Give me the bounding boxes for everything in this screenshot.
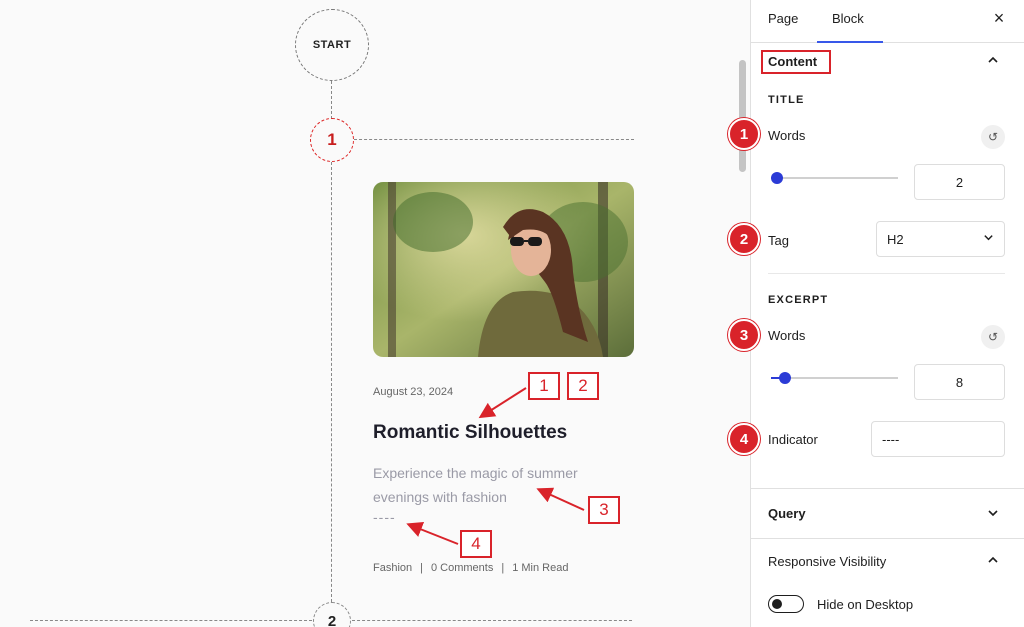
arrow-icon — [406, 521, 459, 545]
tab-page[interactable]: Page — [768, 11, 798, 26]
title-tag-label: Tag — [768, 233, 789, 248]
excerpt-words-slider-thumb[interactable] — [778, 372, 791, 384]
canvas-scrollbar[interactable] — [739, 60, 746, 172]
panel-content-title[interactable]: Content — [768, 54, 817, 69]
panel-separator — [751, 488, 1024, 489]
title-tag-value: H2 — [887, 231, 904, 247]
title-tag-select[interactable]: H2 — [876, 221, 1005, 257]
arrow-icon — [536, 487, 585, 511]
chevron-up-icon[interactable] — [987, 554, 999, 569]
title-group-label: TITLE — [768, 94, 805, 106]
sidebar-tabs: Page Block × — [751, 0, 1024, 43]
hide-desktop-toggle[interactable] — [768, 595, 804, 613]
chevron-up-icon[interactable] — [987, 54, 999, 69]
annotation-arrows — [406, 387, 585, 545]
excerpt-indicator-label: Indicator — [768, 432, 818, 447]
editor-canvas: START 1 2 August 23, 2024 Romantic Silho… — [0, 0, 735, 627]
annotation-badge-3: 3 — [728, 319, 760, 351]
reset-icon[interactable]: ↺ — [981, 325, 1005, 349]
excerpt-words-input[interactable]: 8 — [914, 364, 1005, 400]
panel-responsive-title[interactable]: Responsive Visibility — [768, 554, 886, 569]
title-words-input[interactable]: 2 — [914, 164, 1005, 200]
excerpt-words-label: Words — [768, 328, 806, 343]
divider — [768, 273, 1005, 274]
reset-icon[interactable]: ↺ — [981, 125, 1005, 149]
excerpt-indicator-input[interactable]: ---- — [871, 421, 1005, 457]
close-icon[interactable]: × — [989, 8, 1009, 28]
title-words-slider-thumb[interactable] — [771, 172, 783, 184]
annotation-badge-2: 2 — [728, 223, 760, 255]
annotation-badge-4: 4 — [728, 423, 760, 455]
tab-block[interactable]: Block — [832, 11, 864, 26]
excerpt-group-label: EXCERPT — [768, 294, 829, 306]
toggle-knob — [772, 599, 782, 609]
chevron-down-icon — [983, 232, 994, 246]
arrow-icon — [478, 387, 527, 419]
annotation-badge-1: 1 — [728, 118, 760, 150]
active-tab-indicator — [817, 41, 883, 43]
hide-desktop-label: Hide on Desktop — [817, 597, 914, 612]
panel-query-title[interactable]: Query — [768, 506, 806, 521]
panel-separator — [751, 538, 1024, 539]
title-words-label: Words — [768, 128, 806, 143]
title-words-slider-track[interactable] — [771, 177, 898, 179]
settings-sidebar: Page Block × Content TITLE 1 Words ↺ 2 2… — [728, 0, 1024, 627]
chevron-down-icon[interactable] — [987, 507, 999, 522]
